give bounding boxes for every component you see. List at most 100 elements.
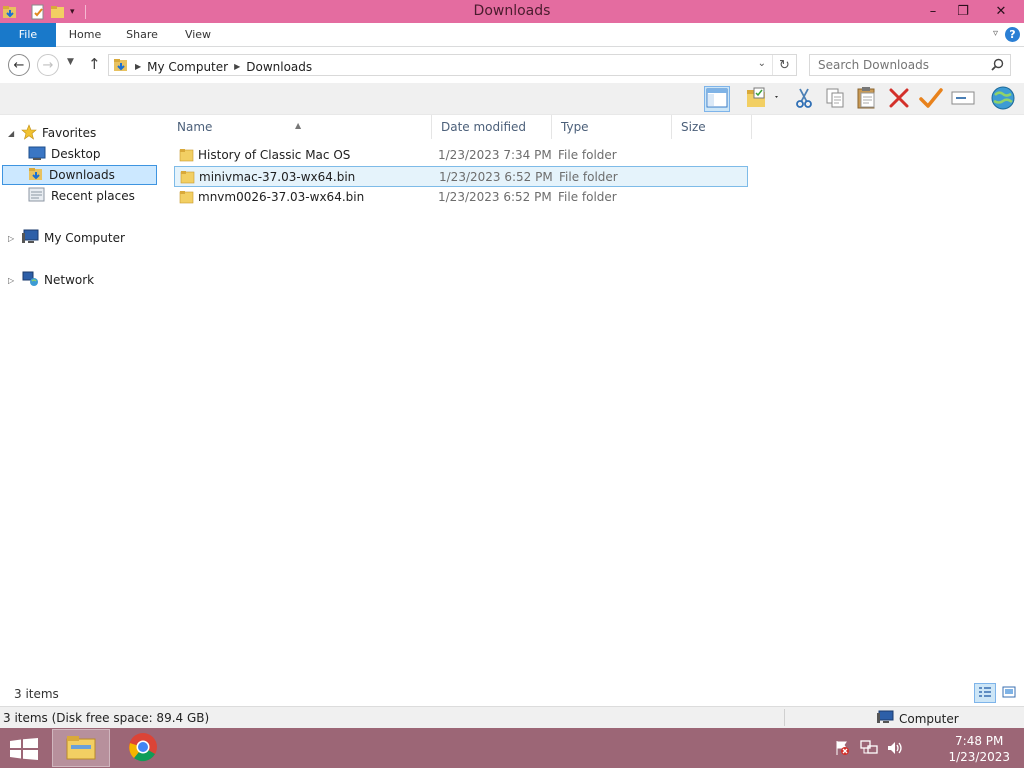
close-button[interactable]: ✕ [978,0,1024,23]
expand-ribbon-icon[interactable]: ▿ [993,28,998,39]
tab-home[interactable]: Home [58,23,112,47]
folder-download-icon [113,57,129,76]
taskbar: 7:48 PM 1/23/2023 [0,728,1024,768]
clock[interactable]: 7:48 PM 1/23/2023 [948,733,1010,765]
status-bar: 3 items (Disk free space: 89.4 GB) Compu… [0,706,1024,728]
column-header-name-label: Name [177,120,213,134]
nav-favorites[interactable]: ◢ Favorites [8,123,96,143]
new-folder-button[interactable] [742,86,782,112]
expand-arrow-icon[interactable]: ▷ [8,234,16,243]
action-center-flag-icon[interactable] [834,740,850,759]
volume-icon[interactable] [886,740,904,759]
tab-share[interactable]: Share [116,23,168,47]
refresh-icon: ↻ [779,57,790,73]
column-header-date[interactable]: Date modified [432,115,552,139]
details-view-icon [978,686,992,701]
cut-icon [794,87,814,112]
breadcrumb-my-computer[interactable]: My Computer [147,60,228,74]
nav-favorites-label: Favorites [42,126,97,140]
delete-icon [888,87,910,112]
expand-arrow-icon[interactable]: ▷ [8,276,16,285]
navigation-pane: ◢ Favorites Desktop Downloads Recent pla… [0,115,160,685]
folder-icon [179,190,194,207]
clock-date: 1/23/2023 [948,750,1010,764]
search-icon[interactable] [991,58,1004,74]
file-date: 1/23/2023 6:52 PM [438,190,552,204]
preview-pane-icon [706,88,728,111]
folder-icon [180,170,195,187]
windows-logo-icon [10,738,38,760]
file-name: History of Classic Mac OS [198,148,351,162]
back-arrow-icon: ← [13,57,25,73]
minimize-button[interactable]: – [918,0,948,23]
breadcrumb: ▶ My Computer ▶ Downloads [113,57,312,76]
address-dropdown-icon[interactable]: ⌄ [758,58,766,69]
windows-start-button[interactable] [10,738,38,763]
clock-time: 7:48 PM [955,734,1004,748]
window-controls: – ❐ ✕ [918,0,1024,23]
column-header-type[interactable]: Type [552,115,672,139]
properties-button[interactable] [918,86,944,112]
window-title: Downloads [473,3,551,19]
sidebar-item-label: Desktop [51,147,101,161]
new-folder-icon [744,86,780,113]
taskbar-file-explorer[interactable] [52,729,110,767]
status-location-label: Computer [899,711,959,726]
table-row[interactable]: History of Classic Mac OS 1/23/2023 7:34… [174,145,748,166]
table-row[interactable]: minivmac-37.03-wx64.bin 1/23/2023 6:52 P… [174,166,748,187]
breadcrumb-separator-icon[interactable]: ▶ [135,62,141,71]
back-button[interactable]: ← [8,54,30,76]
column-header-size[interactable]: Size [672,115,752,139]
copy-button[interactable] [822,86,848,112]
sidebar-item-recent-places[interactable]: Recent places [28,186,135,206]
cut-button[interactable] [791,86,817,112]
table-row[interactable]: mnvm0026-37.03-wx64.bin 1/23/2023 6:52 P… [174,187,748,208]
file-name: mnvm0026-37.03-wx64.bin [198,190,365,204]
address-bar[interactable]: ▶ My Computer ▶ Downloads ⌄ ↻ [108,54,797,76]
column-header-name[interactable]: Name ▲ [168,115,432,139]
file-type: File folder [558,190,617,204]
search-box [809,54,1011,76]
file-date: 1/23/2023 6:52 PM [439,170,553,184]
large-icons-view-button[interactable] [998,683,1020,703]
ribbon-tabs: File Home Share View ▿ ? [0,23,1024,47]
forward-button[interactable]: → [37,54,59,76]
nav-network[interactable]: ▷ Network [8,270,94,290]
view-switcher [974,683,1020,703]
properties-check-icon [919,87,943,112]
up-arrow-icon[interactable]: ↑ [88,55,101,73]
status-details: 3 items (Disk free space: 89.4 GB) [3,711,210,725]
status-location: Computer [876,710,959,727]
paste-button[interactable] [854,86,880,112]
delete-button[interactable] [886,86,912,112]
preview-pane-button[interactable] [704,86,730,112]
network-icon [21,271,39,290]
refresh-button[interactable]: ↻ [772,55,796,75]
details-view-button[interactable] [974,683,996,703]
rename-icon [951,89,975,110]
globe-button[interactable] [990,86,1016,112]
rename-button[interactable] [950,86,976,112]
nav-network-label: Network [44,273,95,287]
maximize-button[interactable]: ❐ [948,0,978,23]
file-date: 1/23/2023 7:34 PM [438,148,552,162]
tab-file[interactable]: File [0,23,56,47]
sidebar-item-label: Downloads [49,168,115,182]
recent-places-icon [28,187,46,206]
taskbar-chrome[interactable] [114,729,172,767]
nav-my-computer[interactable]: ▷ My Computer [8,228,125,248]
globe-icon [990,86,1016,113]
tab-view[interactable]: View [172,23,224,47]
search-input[interactable] [810,55,986,75]
breadcrumb-separator-icon[interactable]: ▶ [234,62,240,71]
network-tray-icon[interactable] [860,740,878,759]
collapse-arrow-icon[interactable]: ◢ [8,129,16,138]
breadcrumb-downloads[interactable]: Downloads [246,60,312,74]
help-icon[interactable]: ? [1005,27,1020,42]
sidebar-item-desktop[interactable]: Desktop [28,144,101,164]
computer-icon [876,710,894,727]
sidebar-item-downloads[interactable]: Downloads [2,165,157,185]
recent-locations-dropdown-icon[interactable]: ▼ [67,57,74,67]
sidebar-item-label: Recent places [51,189,135,203]
command-toolbar [0,83,1024,115]
